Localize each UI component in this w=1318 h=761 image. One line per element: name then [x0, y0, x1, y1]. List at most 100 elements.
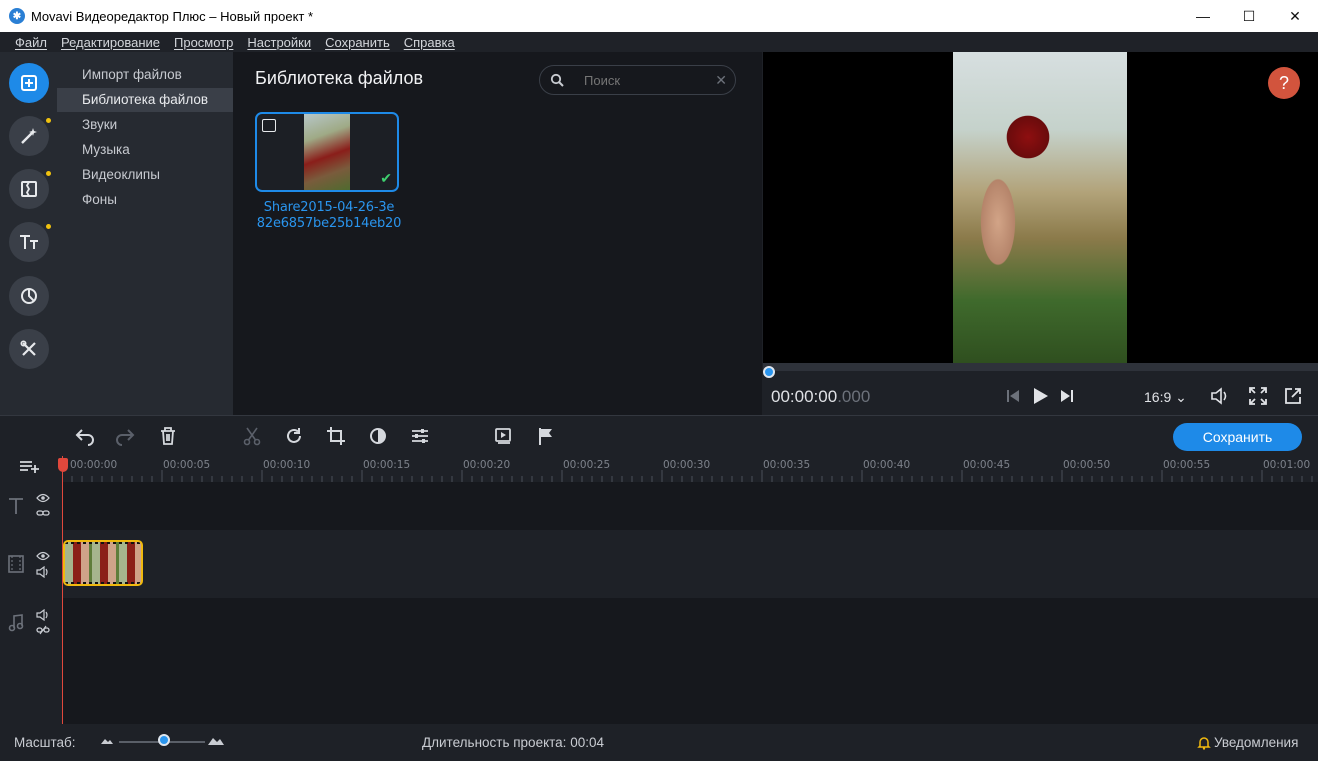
aspect-ratio-select[interactable]: 16:9 ⌄ — [1144, 389, 1187, 406]
new-indicator-dot — [46, 118, 51, 123]
video-clip[interactable] — [63, 540, 143, 586]
unlink-icon[interactable] — [36, 625, 50, 635]
menu-file[interactable]: Файл — [15, 35, 47, 50]
player-controls: 00:00:00.000 16:9 ⌄ — [763, 363, 1318, 415]
menu-bar: Файл Редактирование Просмотр Настройки С… — [0, 32, 1318, 52]
seek-handle[interactable] — [763, 366, 775, 378]
category-import-files[interactable]: Импорт файлов — [57, 63, 233, 87]
maximize-button[interactable]: ☐ — [1226, 0, 1272, 32]
menu-edit[interactable]: Редактирование — [61, 35, 160, 50]
category-backgrounds[interactable]: Фоны — [57, 188, 233, 212]
previous-frame-button[interactable] — [1005, 387, 1021, 410]
zoom-in-icon[interactable] — [207, 736, 225, 746]
window-title: Movavi Видеоредактор Плюс – Новый проект… — [31, 8, 314, 24]
eye-icon[interactable] — [36, 551, 50, 561]
add-marker-button[interactable] — [534, 424, 558, 448]
menu-view[interactable]: Просмотр — [174, 35, 233, 50]
movavi-logo-icon: ✱ — [9, 8, 25, 24]
detach-player-button[interactable] — [1284, 387, 1302, 410]
playhead-line[interactable] — [62, 456, 63, 724]
speaker-icon[interactable] — [36, 566, 50, 578]
more-tools-button[interactable] — [9, 329, 49, 369]
add-track-icon[interactable] — [19, 458, 41, 474]
save-button[interactable]: Сохранить — [1173, 423, 1302, 451]
timeline: 00:00:00 00:00:05 00:00:10 00:00:15 00:0… — [0, 456, 1318, 724]
import-button[interactable] — [9, 63, 49, 103]
speaker-icon[interactable] — [36, 609, 50, 621]
library-panel: Библиотека файлов ✕ ✔ Share2015-04-26-3e… — [233, 52, 762, 415]
playhead-handle[interactable] — [58, 458, 68, 472]
ruler-tick-label: 00:00:00 — [70, 459, 118, 471]
fullscreen-button[interactable] — [1249, 387, 1267, 410]
new-indicator-dot — [46, 224, 51, 229]
category-sounds[interactable]: Звуки — [57, 113, 233, 137]
crop-icon — [327, 427, 345, 445]
video-preview[interactable] — [763, 52, 1318, 363]
cut-button[interactable] — [240, 424, 264, 448]
category-video-clips[interactable]: Видеоклипы — [57, 163, 233, 187]
filters-button[interactable] — [9, 116, 51, 156]
search-box[interactable]: ✕ — [539, 65, 736, 95]
status-bar: Масштаб: Длительность проекта: 00:04 Уве… — [0, 724, 1318, 761]
category-file-library[interactable]: Библиотека файлов — [57, 88, 233, 112]
seek-bar[interactable] — [763, 363, 1318, 371]
time-ruler[interactable]: 00:00:00 00:00:05 00:00:10 00:00:15 00:0… — [62, 456, 1318, 482]
ruler-tick-label: 00:00:25 — [563, 459, 611, 471]
media-thumbnail[interactable]: ✔ — [255, 112, 399, 192]
color-adjust-button[interactable] — [366, 424, 390, 448]
search-input[interactable] — [584, 72, 714, 88]
rotate-button[interactable] — [282, 424, 306, 448]
stickers-button[interactable] — [9, 276, 49, 316]
menu-save[interactable]: Сохранить — [325, 35, 390, 50]
menu-help[interactable]: Справка — [404, 35, 455, 50]
ruler-tick-label: 00:00:05 — [163, 459, 211, 471]
chevron-down-icon: ⌄ — [1175, 389, 1187, 405]
rotate-icon — [287, 428, 301, 443]
close-button[interactable]: ✕ — [1272, 0, 1318, 32]
menu-settings[interactable]: Настройки — [247, 35, 311, 50]
zoom-label: Масштаб: — [14, 735, 76, 750]
timecode-main: 00:00:00 — [771, 387, 838, 406]
ruler-tick-label: 00:00:35 — [763, 459, 811, 471]
timecode: 00:00:00.000 — [771, 387, 870, 407]
clip-export-button[interactable] — [492, 424, 516, 448]
crop-button[interactable] — [324, 424, 348, 448]
audio-track[interactable] — [62, 598, 1318, 724]
next-frame-button[interactable] — [1059, 387, 1075, 410]
film-sprockets — [65, 582, 141, 584]
volume-button[interactable] — [1210, 387, 1230, 410]
image-type-icon — [262, 119, 276, 132]
link-icon[interactable] — [36, 508, 50, 518]
clear-search-icon[interactable]: ✕ — [715, 72, 727, 89]
redo-button[interactable] — [114, 424, 138, 448]
delete-button[interactable] — [156, 424, 180, 448]
notifications-label: Уведомления — [1214, 735, 1299, 750]
ruler-tick-label: 00:00:55 — [1163, 459, 1211, 471]
ruler-tick-label: 00:00:45 — [963, 459, 1011, 471]
eye-icon[interactable] — [36, 493, 50, 503]
category-music[interactable]: Музыка — [57, 138, 233, 162]
titles-button[interactable] — [9, 222, 51, 262]
notifications-button[interactable]: Уведомления — [1197, 735, 1298, 750]
search-icon — [550, 73, 564, 87]
clip-export-icon — [495, 428, 511, 444]
play-icon — [1034, 388, 1048, 404]
title-track[interactable] — [62, 482, 1318, 530]
fullscreen-icon — [1249, 387, 1267, 405]
undo-button[interactable] — [72, 424, 96, 448]
help-button[interactable]: ? — [1268, 67, 1300, 99]
thumbnail-image — [304, 114, 350, 190]
play-button[interactable] — [1031, 387, 1049, 410]
video-track[interactable] — [62, 530, 1318, 598]
ruler-tick-label: 00:01:00 — [1263, 459, 1311, 471]
zoom-out-icon[interactable] — [100, 737, 114, 745]
minimize-button[interactable]: — — [1180, 0, 1226, 32]
transitions-button[interactable] — [9, 169, 51, 209]
transitions-icon — [21, 181, 37, 197]
checkmark-icon: ✔ — [380, 170, 392, 186]
zoom-slider-handle[interactable] — [157, 734, 170, 746]
library-title: Библиотека файлов — [255, 68, 424, 88]
clip-properties-button[interactable] — [408, 424, 432, 448]
media-file-name[interactable]: Share2015-04-26-3e 82e6857be25b14eb20 — [249, 200, 409, 232]
undo-icon — [75, 429, 94, 446]
